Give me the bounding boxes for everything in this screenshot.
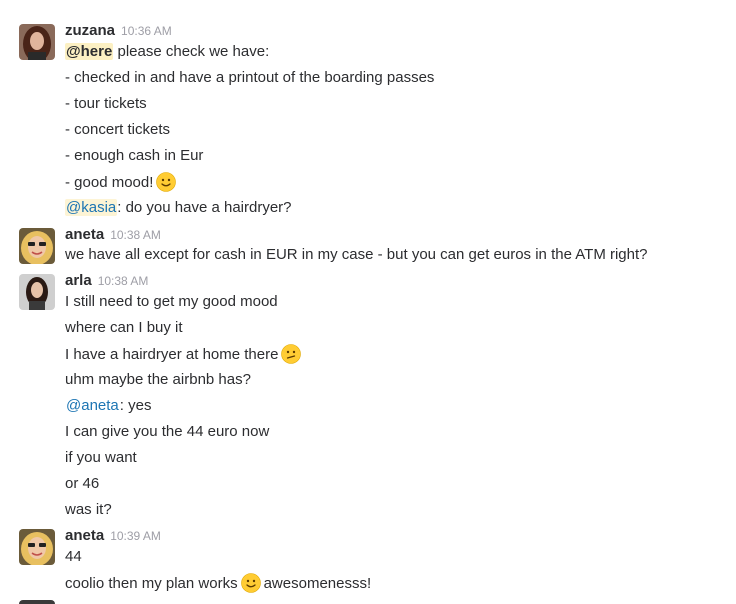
author-name[interactable]: aneta: [65, 226, 104, 243]
confused-face-icon: [281, 344, 302, 364]
author-name[interactable]: arla: [65, 272, 92, 289]
author-name[interactable]: aneta: [65, 527, 104, 544]
message-line: coolio then my plan works awesomenesss!: [65, 573, 372, 593]
message-line: we have all except for cash in EUR in my…: [65, 246, 648, 263]
message-line: was it?: [65, 501, 112, 518]
mention-aneta[interactable]: @aneta: [65, 397, 120, 414]
timestamp[interactable]: 10:38 AM: [110, 228, 161, 242]
timestamp[interactable]: 10:36 AM: [121, 24, 172, 38]
message-line: - enough cash in Eur: [65, 147, 204, 164]
message-line: I have a hairdryer at home there: [65, 344, 304, 365]
slightly-smiling-face-icon: [240, 573, 261, 593]
message-line: @aneta: yes: [65, 397, 152, 414]
avatar[interactable]: [19, 529, 55, 565]
message-line: if you want: [65, 449, 137, 466]
message-line: 44: [65, 548, 82, 565]
timestamp[interactable]: 10:38 AM: [98, 274, 149, 288]
message-line: - checked in and have a printout of the …: [65, 69, 435, 86]
mention-here[interactable]: @here: [65, 43, 114, 60]
avatar[interactable]: [19, 228, 55, 264]
author-name[interactable]: zuzana: [65, 22, 115, 39]
mention-kasia[interactable]: @kasia: [65, 199, 118, 216]
avatar[interactable]: [19, 600, 55, 604]
message-line: I still need to get my good mood: [65, 293, 278, 310]
message-line: @here please check we have:: [65, 43, 270, 60]
avatar[interactable]: [19, 24, 55, 60]
message-line: or 46: [65, 475, 100, 492]
message-line: where can I buy it: [65, 319, 183, 336]
message-line: @kasia: do you have a hairdryer?: [65, 199, 292, 216]
timestamp[interactable]: 10:39 AM: [110, 529, 161, 543]
message-line: - good mood!: [65, 172, 179, 193]
message-line: uhm maybe the airbnb has?: [65, 371, 251, 388]
message-line: - concert tickets: [65, 121, 171, 138]
message-line: - tour tickets: [65, 95, 147, 112]
message-line: I can give you the 44 euro now: [65, 423, 270, 440]
slightly-smiling-face-icon: [156, 172, 177, 192]
avatar[interactable]: [19, 274, 55, 310]
